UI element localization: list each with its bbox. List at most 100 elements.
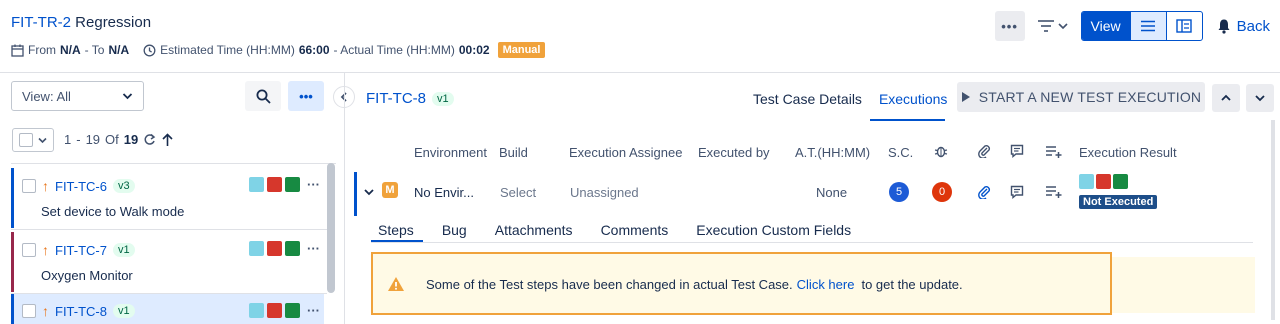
- filter-icon: [1038, 20, 1055, 32]
- subtab-attachments[interactable]: Attachments: [495, 222, 573, 238]
- subtab-comments[interactable]: Comments: [601, 222, 669, 238]
- panel-divider: [344, 73, 345, 324]
- status-swatch: [267, 303, 282, 318]
- bug-count-badge[interactable]: 0: [932, 182, 952, 202]
- tab-test-case-details[interactable]: Test Case Details: [753, 91, 862, 107]
- status-swatch: [285, 241, 300, 256]
- attachment-icon[interactable]: [977, 185, 991, 199]
- detail-tabs: Test Case Details Executions: [753, 91, 947, 107]
- view-toggle: View: [1080, 11, 1203, 41]
- search-button[interactable]: [245, 81, 281, 111]
- main-scrollbar[interactable]: [1271, 120, 1275, 320]
- status-swatch: [249, 177, 264, 192]
- item-more-icon[interactable]: ···: [307, 177, 320, 192]
- split-view-button[interactable]: [1165, 12, 1202, 40]
- chevron-down-icon: [1255, 95, 1265, 102]
- status-swatch[interactable]: [1096, 174, 1111, 189]
- execution-environment[interactable]: No Envir...: [414, 185, 474, 200]
- play-icon: [961, 92, 970, 102]
- active-tab-indicator: [870, 119, 945, 121]
- add-list-icon[interactable]: [1045, 185, 1063, 199]
- column-step-count: S.C.: [888, 145, 914, 160]
- comment-icon: [1010, 144, 1024, 158]
- column-executed-by: Executed by: [698, 145, 770, 160]
- page-end: 19: [85, 132, 101, 147]
- warning-text-after: to get the update.: [861, 277, 963, 292]
- comment-icon[interactable]: [1010, 185, 1024, 199]
- subtab-custom-fields[interactable]: Execution Custom Fields: [696, 222, 851, 238]
- search-icon: [256, 89, 271, 104]
- list-view-button[interactable]: [1129, 12, 1166, 40]
- update-link[interactable]: Click here: [797, 277, 855, 292]
- result-swatches[interactable]: [1079, 174, 1128, 189]
- view-button[interactable]: View: [1081, 12, 1130, 40]
- sort-ascending-icon[interactable]: [161, 132, 174, 147]
- start-execution-button[interactable]: START A NEW TEST EXECUTION: [957, 82, 1205, 112]
- header-divider: [0, 72, 1280, 73]
- status-swatch[interactable]: [1079, 174, 1094, 189]
- page-sep: -: [76, 132, 81, 147]
- chevron-down-icon[interactable]: [364, 188, 374, 196]
- list-item-header: ↑ FIT-TC-7 v1: [22, 242, 135, 258]
- priority-high-icon: ↑: [42, 178, 49, 194]
- manual-type-badge: M: [382, 182, 398, 198]
- status-swatch[interactable]: [1113, 174, 1128, 189]
- status-swatch: [285, 303, 300, 318]
- next-button[interactable]: [1246, 84, 1274, 112]
- list-item-header: ↑ FIT-TC-6 v3: [22, 178, 135, 194]
- subtab-bug[interactable]: Bug: [442, 222, 467, 238]
- previous-button[interactable]: [1212, 84, 1240, 112]
- step-count-badge[interactable]: 5: [889, 182, 909, 202]
- list-item-checkbox[interactable]: [22, 304, 36, 318]
- list-item[interactable]: ↑ FIT-TC-6 v3 Set device to Walk mode ··…: [11, 168, 324, 228]
- chevron-down-icon: [38, 137, 47, 143]
- view-filter-select[interactable]: View: All: [11, 81, 144, 111]
- list-more-button[interactable]: •••: [288, 81, 324, 111]
- build-select[interactable]: Select: [500, 185, 536, 200]
- subtab-steps[interactable]: Steps: [378, 222, 414, 238]
- bulk-select-dropdown[interactable]: [12, 128, 54, 152]
- pagination: 1 - 19 Of 19: [64, 132, 174, 147]
- status-swatch: [249, 241, 264, 256]
- list-item[interactable]: ↑ FIT-TC-7 v1 Oxygen Monitor ···: [11, 232, 324, 292]
- chevron-up-icon: [1221, 94, 1231, 101]
- tab-executions[interactable]: Executions: [879, 91, 947, 107]
- list-item-checkbox[interactable]: [22, 179, 36, 193]
- execution-actual-time: None: [816, 185, 848, 200]
- test-case-id[interactable]: FIT-TC-7: [55, 243, 107, 258]
- page-start: 1: [64, 132, 72, 147]
- clock-icon: [143, 44, 156, 56]
- priority-high-icon: ↑: [42, 242, 49, 258]
- list-scrollbar[interactable]: [327, 163, 335, 293]
- column-assignee: Execution Assignee: [569, 145, 683, 160]
- chevron-down-icon: [122, 93, 133, 100]
- select-all-checkbox[interactable]: [19, 133, 33, 147]
- start-execution-label: START A NEW TEST EXECUTION: [978, 89, 1202, 105]
- header-actions: ••• View Back: [994, 11, 1270, 41]
- execution-subtabs: Steps Bug Attachments Comments Execution…: [378, 222, 851, 238]
- execution-row-indicator: [354, 172, 357, 216]
- back-button[interactable]: Back: [1217, 18, 1270, 35]
- status-swatch: [267, 241, 282, 256]
- page-total: 19: [123, 132, 139, 147]
- list-item-checkbox[interactable]: [22, 243, 36, 257]
- filter-button[interactable]: [1031, 11, 1075, 41]
- test-run-id[interactable]: FIT-TR-2: [11, 14, 71, 31]
- column-actual-time: A.T.(HH:MM): [795, 145, 871, 160]
- item-more-icon[interactable]: ···: [307, 241, 320, 256]
- test-case-id[interactable]: FIT-TC-6: [55, 179, 107, 194]
- assignee-select[interactable]: Unassigned: [570, 185, 639, 200]
- from-value: N/A: [60, 43, 81, 57]
- back-label: Back: [1236, 17, 1270, 35]
- item-more-icon[interactable]: ···: [307, 303, 320, 318]
- estimated-time-label: Estimated Time (HH:MM): [160, 43, 295, 57]
- test-case-id[interactable]: FIT-TC-8: [366, 90, 426, 107]
- list-item-selected[interactable]: ↑ FIT-TC-8 v1 ···: [11, 294, 324, 324]
- more-actions-button[interactable]: •••: [994, 11, 1025, 41]
- refresh-icon[interactable]: [143, 133, 156, 146]
- subtab-divider: [371, 242, 1253, 243]
- test-case-id[interactable]: FIT-TC-8: [55, 304, 107, 319]
- execution-result-badge: Not Executed: [1079, 195, 1158, 209]
- status-swatch: [249, 303, 264, 318]
- column-execution-result: Execution Result: [1079, 145, 1177, 160]
